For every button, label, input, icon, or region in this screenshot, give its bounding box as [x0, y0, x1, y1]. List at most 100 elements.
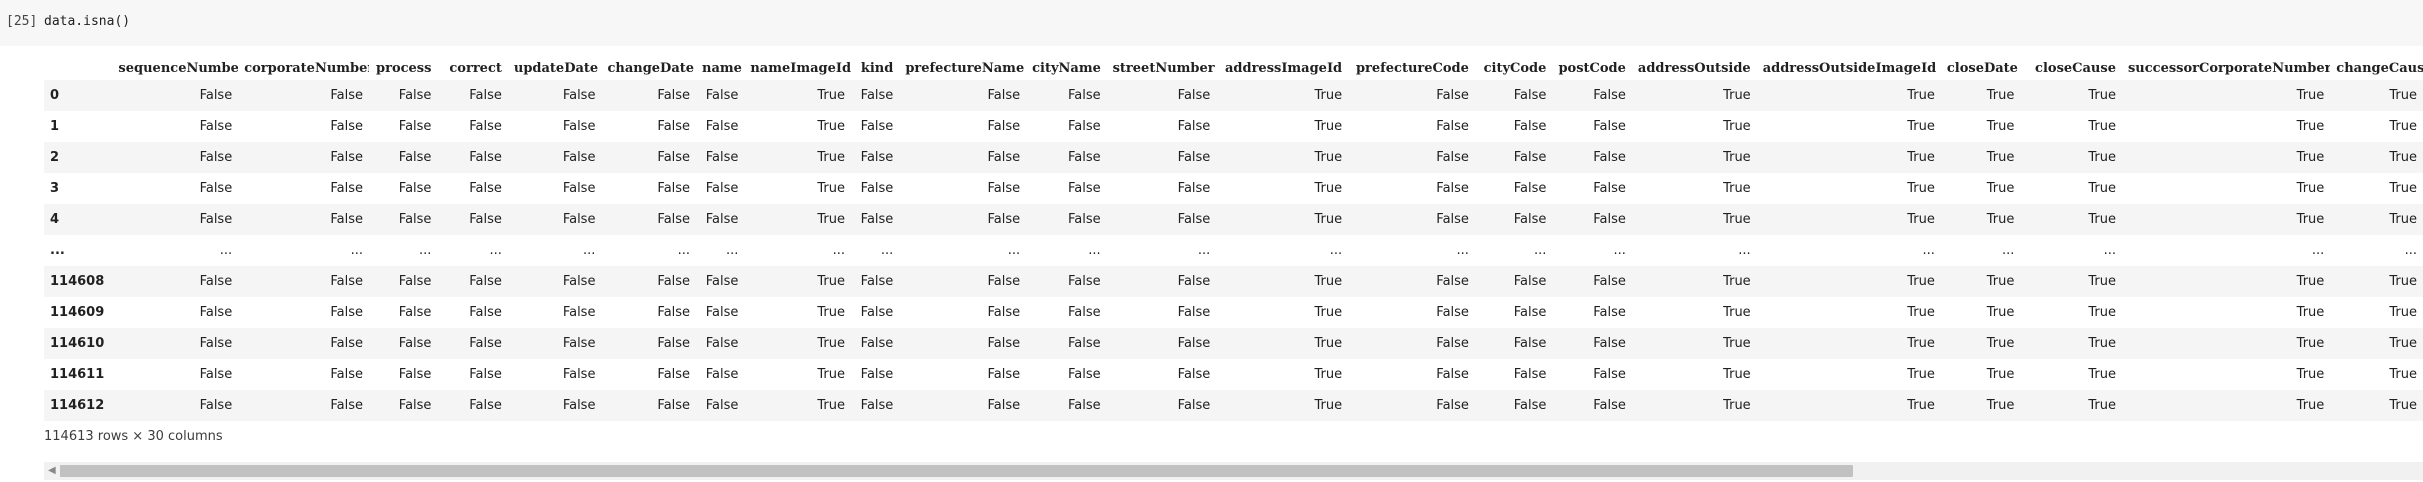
table-cell: True [2296, 398, 2325, 413]
table-cell: False [199, 336, 233, 351]
table-cell: False [562, 212, 596, 227]
table-cell: True [817, 212, 846, 227]
table-row: 114608 False False False False False False Fals… [44, 266, 2423, 297]
table-cell: False [1513, 150, 1547, 165]
column-header: addressOutsideImageId [1762, 61, 1937, 76]
table-cell: False [1436, 367, 1469, 382]
table-cell: ... [2001, 243, 2015, 258]
table-cell: False [562, 305, 596, 320]
table-cell: False [1436, 274, 1469, 289]
table-cell: False [1177, 398, 1211, 413]
table-cell: False [469, 119, 502, 134]
dataframe-table: sequenceNumber corporateNumber process corr… [44, 54, 2423, 421]
column-header: closeCause [2035, 61, 2116, 76]
table-row: 114610 False False False False False False Fals… [44, 328, 2423, 359]
column-header: addressOutside [1637, 61, 1751, 76]
table-cell: False [562, 336, 596, 351]
table-cell: False [562, 181, 596, 196]
table-cell: False [860, 274, 894, 289]
table-cell: True [2088, 150, 2116, 165]
table-cell: False [199, 212, 233, 227]
table-cell: True [1723, 336, 1751, 351]
table-cell: False [1177, 212, 1211, 227]
table-cell: False [987, 274, 1021, 289]
table-cell: False [657, 119, 691, 134]
row-index: 114610 [50, 336, 105, 351]
table-cell: False [199, 367, 233, 382]
table-cell: False [1067, 336, 1101, 351]
table-cell: True [1314, 150, 1343, 165]
table-cell: True [1314, 88, 1343, 103]
table-cell: True [1723, 367, 1751, 382]
table-cell: False [705, 398, 739, 413]
table-cell: False [398, 88, 432, 103]
table-body: 0 False False False False False False False True… [44, 80, 2423, 421]
table-cell: False [1436, 398, 1469, 413]
column-header: correct [449, 61, 502, 76]
code-cell[interactable]: [25] data.isna() [0, 0, 2423, 46]
table-cell: False [562, 367, 596, 382]
column-header: changeDate [607, 61, 695, 76]
column-header: addressImageId [1224, 61, 1343, 76]
table-cell: False [398, 150, 432, 165]
table-cell: False [657, 88, 691, 103]
table-cell: False [398, 336, 432, 351]
table-cell: False [987, 88, 1021, 103]
table-row: 4 False False False False False False False True… [44, 204, 2423, 235]
table-cell: False [1067, 119, 1101, 134]
table-cell: True [2389, 150, 2417, 165]
table-cell: False [705, 274, 739, 289]
table-cell: False [860, 150, 894, 165]
table-cell: True [2296, 274, 2325, 289]
table-cell: False [860, 119, 894, 134]
table-cell: False [199, 119, 233, 134]
table-cell: True [2389, 367, 2417, 382]
table-cell: False [987, 336, 1021, 351]
table-cell: True [1723, 181, 1751, 196]
scrollbar-thumb[interactable] [60, 465, 1853, 477]
table-cell: False [1177, 119, 1211, 134]
table-cell: False [1593, 150, 1626, 165]
column-header: postCode [1558, 61, 1626, 76]
column-header: nameImageId [750, 61, 852, 76]
table-cell: True [1723, 212, 1751, 227]
table-cell: False [1436, 119, 1469, 134]
table-cell: False [1436, 88, 1469, 103]
table-cell: False [330, 274, 364, 289]
table-cell: True [1907, 367, 1935, 382]
table-cell: False [469, 181, 502, 196]
table-cell: False [398, 398, 432, 413]
scroll-left-icon[interactable]: ◀ [48, 465, 56, 476]
table-cell: False [657, 398, 691, 413]
table-cell: False [1593, 398, 1626, 413]
table-cell: True [2389, 305, 2417, 320]
table-cell: False [1067, 274, 1101, 289]
table-cell: False [987, 181, 1021, 196]
table-cell: False [1177, 305, 1211, 320]
table-cell: True [1314, 398, 1343, 413]
table-cell: ... [1738, 243, 1751, 258]
table-cell: True [2389, 119, 2417, 134]
table-cell: True [2389, 212, 2417, 227]
table-cell: True [2389, 336, 2417, 351]
table-cell: ... [725, 243, 739, 258]
horizontal-scrollbar[interactable]: ◀ [44, 462, 2423, 480]
table-cell: False [1593, 212, 1626, 227]
table-cell: False [860, 305, 894, 320]
table-cell: False [562, 88, 596, 103]
table-cell: True [817, 150, 846, 165]
table-cell: False [398, 212, 432, 227]
table-header-row: sequenceNumber corporateNumber process corr… [44, 54, 2423, 80]
table-cell: False [562, 119, 596, 134]
code-editor[interactable]: data.isna() [44, 14, 130, 29]
table-cell: True [817, 305, 846, 320]
table-row: 1 False False False False False False False True… [44, 111, 2423, 142]
table-cell: ... [1534, 243, 1547, 258]
table-cell: True [1314, 336, 1343, 351]
table-cell: False [860, 367, 894, 382]
table-cell: False [199, 398, 233, 413]
table-cell: True [1907, 336, 1935, 351]
table-cell: ... [1197, 243, 1211, 258]
table-cell: ... [583, 243, 596, 258]
column-header: sequenceNumber [118, 61, 239, 76]
